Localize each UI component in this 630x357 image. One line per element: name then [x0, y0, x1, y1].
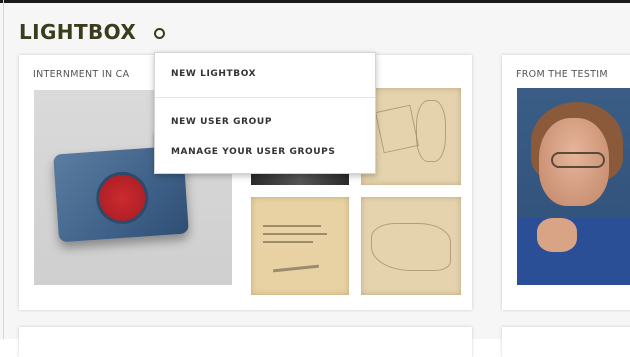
thumbnail-letter-image[interactable]	[251, 197, 349, 295]
menu-item-new-lightbox[interactable]: NEW LIGHTBOX	[171, 69, 256, 79]
text-line	[263, 225, 321, 227]
glasses-shape	[551, 152, 605, 168]
sketch-stroke	[375, 104, 419, 154]
sketch-stroke	[416, 100, 446, 162]
menu-item-new-user-group[interactable]: NEW USER GROUP	[171, 117, 272, 127]
settings-dropdown-menu: NEW LIGHTBOX NEW USER GROUP MANAGE YOUR …	[154, 52, 376, 174]
thumbnail-drawing-image[interactable]	[361, 197, 461, 295]
lightbox-card-next-row[interactable]	[502, 327, 630, 357]
menu-item-manage-user-groups[interactable]: MANAGE YOUR USER GROUPS	[171, 147, 335, 157]
red-circle-shape	[94, 170, 151, 226]
menu-divider	[155, 97, 375, 98]
thumbnail-sketch-image[interactable]	[361, 88, 461, 185]
page-title: LIGHTBOX	[19, 20, 137, 44]
text-line	[263, 241, 313, 243]
gear-icon[interactable]	[154, 28, 165, 39]
signature-stroke	[272, 264, 320, 273]
left-divider	[3, 0, 4, 339]
card-title: INTERNMENT IN CA	[33, 69, 130, 80]
text-line	[263, 233, 327, 235]
hand-shape	[537, 218, 577, 252]
lightbox-card[interactable]: FROM THE TESTIM	[502, 55, 630, 310]
lightbox-card-next-row[interactable]	[19, 327, 472, 357]
sketch-stroke	[371, 223, 451, 271]
card-title: FROM THE TESTIM	[516, 69, 608, 80]
thumbnail-portrait-image[interactable]	[517, 88, 630, 285]
